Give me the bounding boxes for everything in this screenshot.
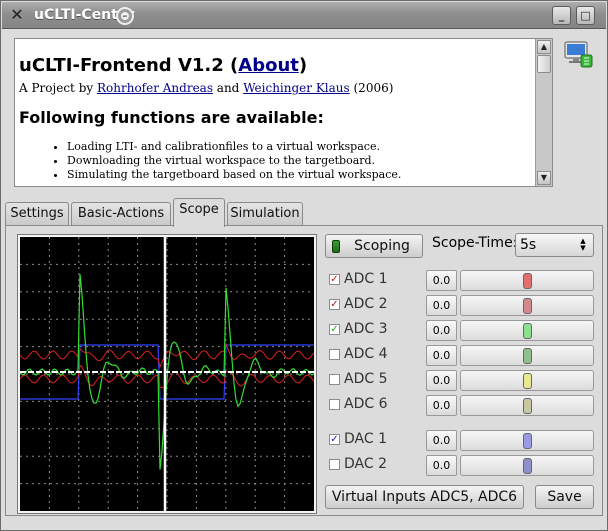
tab-basic-actions[interactable]: Basic-Actions xyxy=(71,202,171,226)
list-item: Simulating the targetboard based on the … xyxy=(67,168,529,182)
tab-scope[interactable]: Scope xyxy=(173,198,225,227)
oscilloscope-plot xyxy=(20,237,314,511)
scope-time-label: Scope-Time: xyxy=(432,235,518,251)
swirl-logo-icon xyxy=(116,7,134,25)
title-bar[interactable]: ✕ uCLTI-Center _ □ xyxy=(2,2,606,29)
channel-checkbox[interactable] xyxy=(329,374,340,385)
channel-label: ADC 6 xyxy=(344,396,388,412)
scroll-thumb[interactable] xyxy=(537,55,551,73)
channel-checkbox[interactable]: ✓ xyxy=(329,434,340,445)
heading-text: uCLTI-Frontend V1.2 ( xyxy=(19,55,239,76)
channel-checkbox[interactable]: ✓ xyxy=(329,324,340,335)
channel-offset-slider[interactable] xyxy=(460,430,594,451)
slider-knob[interactable] xyxy=(523,323,532,339)
scroll-down-arrow-icon[interactable]: ▼ xyxy=(537,171,551,185)
scoping-button-label: Scoping xyxy=(354,238,410,254)
channel-offset-slider[interactable] xyxy=(460,320,594,341)
scope-time-value: 5s xyxy=(520,237,537,253)
channel-label: DAC 1 xyxy=(344,431,387,447)
channel-value[interactable]: 0.0 xyxy=(426,370,457,391)
channel-label: ADC 4 xyxy=(344,346,388,362)
info-scrollbar[interactable]: ▲ ▼ xyxy=(535,39,552,186)
virtual-inputs-button[interactable]: Virtual Inputs ADC5, ADC6 xyxy=(325,485,524,509)
slider-knob[interactable] xyxy=(523,373,532,389)
info-panel: uCLTI-Frontend V1.2 (About) A Project by… xyxy=(14,38,553,187)
slider-knob[interactable] xyxy=(523,433,532,449)
scoping-button[interactable]: Scoping xyxy=(325,234,423,258)
channel-offset-slider[interactable] xyxy=(460,345,594,366)
heading-suffix: ) xyxy=(298,55,308,76)
minimize-button[interactable]: _ xyxy=(552,6,571,25)
byline-and: and xyxy=(212,81,244,95)
slider-knob[interactable] xyxy=(523,398,532,414)
channel-label: ADC 1 xyxy=(344,271,388,287)
channel-offset-slider[interactable] xyxy=(460,395,594,416)
save-button[interactable]: Save xyxy=(535,485,594,509)
about-link[interactable]: About xyxy=(238,55,299,76)
slider-knob[interactable] xyxy=(523,348,532,364)
channel-checkbox[interactable] xyxy=(329,399,340,410)
channel-value[interactable]: 0.0 xyxy=(426,320,457,341)
channel-offset-slider[interactable] xyxy=(460,370,594,391)
app-x-icon[interactable]: ✕ xyxy=(8,6,26,24)
channel-offset-slider[interactable] xyxy=(460,270,594,291)
slider-knob[interactable] xyxy=(523,298,532,314)
select-updown-icon: ▲ ▼ xyxy=(580,237,586,252)
author-link-rohrhofer[interactable]: Rohrhofer Andreas xyxy=(97,81,213,95)
functions-list: Loading LTI- and calibrationfiles to a v… xyxy=(19,140,529,182)
channel-value[interactable]: 0.0 xyxy=(426,395,457,416)
channel-checkbox[interactable] xyxy=(329,349,340,360)
channel-label: ADC 3 xyxy=(344,321,388,337)
channel-value[interactable]: 0.0 xyxy=(426,455,457,476)
slider-knob[interactable] xyxy=(523,458,532,474)
channel-offset-slider[interactable] xyxy=(460,295,594,316)
scoping-led-icon xyxy=(332,240,340,253)
author-link-weichinger[interactable]: Weichinger Klaus xyxy=(243,81,350,95)
channel-value[interactable]: 0.0 xyxy=(426,430,457,451)
byline: A Project by Rohrhofer Andreas and Weich… xyxy=(19,81,529,96)
oscilloscope-display xyxy=(17,234,317,514)
channel-value[interactable]: 0.0 xyxy=(426,270,457,291)
channel-checkbox[interactable]: ✓ xyxy=(329,274,340,285)
maximize-button[interactable]: □ xyxy=(576,6,595,25)
channel-value[interactable]: 0.0 xyxy=(426,345,457,366)
functions-heading: Following functions are available: xyxy=(19,108,324,127)
channel-label: ADC 2 xyxy=(344,296,388,312)
main-window: ✕ uCLTI-Center _ □ uCLTI-Frontend V1.2 (… xyxy=(0,0,608,531)
byline-prefix: A Project by xyxy=(19,81,97,95)
channel-checkbox[interactable] xyxy=(329,459,340,470)
slider-knob[interactable] xyxy=(523,273,532,289)
scroll-up-arrow-icon[interactable]: ▲ xyxy=(537,40,551,54)
byline-year: (2006) xyxy=(349,81,394,95)
info-content: uCLTI-Frontend V1.2 (About) A Project by… xyxy=(19,55,529,182)
scope-time-select[interactable]: 5s ▲ ▼ xyxy=(515,233,594,257)
channel-label: DAC 2 xyxy=(344,456,387,472)
channel-checkbox[interactable]: ✓ xyxy=(329,299,340,310)
network-computer-icon[interactable] xyxy=(564,41,594,69)
list-item: Loading LTI- and calibrationfiles to a v… xyxy=(67,140,529,154)
tab-settings[interactable]: Settings xyxy=(5,202,69,226)
tab-simulation[interactable]: Simulation xyxy=(227,202,303,226)
channel-offset-slider[interactable] xyxy=(460,455,594,476)
channel-label: ADC 5 xyxy=(344,371,388,387)
channel-value[interactable]: 0.0 xyxy=(426,295,457,316)
app-heading: uCLTI-Frontend V1.2 (About) xyxy=(19,55,529,77)
list-item: Downloading the virtual workspace to the… xyxy=(67,154,529,168)
